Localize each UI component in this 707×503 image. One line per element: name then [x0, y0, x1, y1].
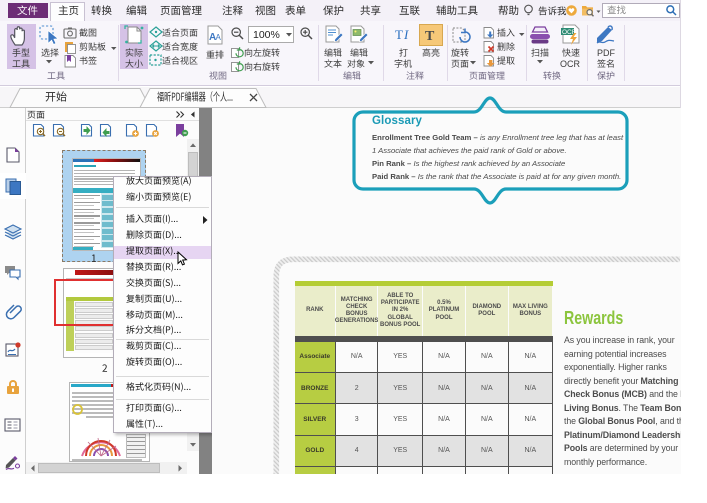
svg-text:T: T	[425, 29, 435, 44]
svg-text:T: T	[395, 27, 403, 42]
svg-text:A: A	[216, 33, 222, 42]
svg-text:I: I	[403, 27, 409, 42]
